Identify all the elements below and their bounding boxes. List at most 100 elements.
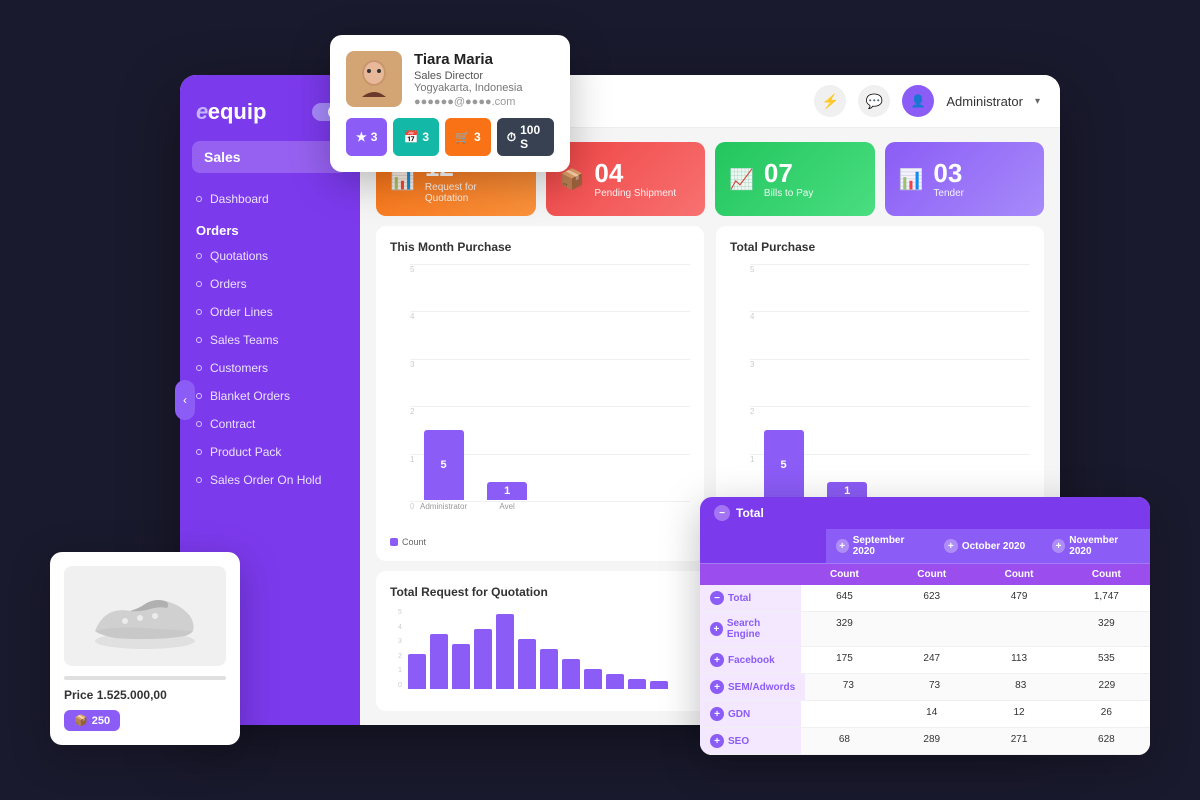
col-count-3: Count [975,564,1062,585]
sidebar-item-label: Blanket Orders [210,389,290,403]
product-progress-bar [64,676,226,680]
sidebar-item-customers[interactable]: Customers [180,354,360,382]
sidebar-item-order-lines[interactable]: Order Lines [180,298,360,326]
sidebar-item-product-pack[interactable]: Product Pack [180,438,360,466]
row-cell-sem-2: 83 [978,674,1064,700]
chart-total-title: Total Purchase [730,240,1030,254]
chevron-down-icon: ▾ [1035,96,1040,107]
sub-header-oct: + October 2020 [934,529,1042,563]
chart-this-month: This Month Purchase 5 4 3 2 1 0 [376,226,704,561]
row-cell-total-2: 479 [975,585,1062,611]
chart-legend-month: Count [390,537,690,547]
plus-icon-nov: + [1052,539,1065,553]
badge-cart-value: 3 [474,130,481,144]
col-count-4: Count [1063,564,1150,585]
row-cell-sem-1: 73 [891,674,977,700]
calendar-icon: 📅 [403,130,418,144]
table-sub-headers: + September 2020 + October 2020 + Novemb… [700,529,1150,564]
row-cell-se-3: 329 [1063,612,1150,646]
sidebar-item-dashboard[interactable]: Dashboard [180,185,360,213]
badge-calendar[interactable]: 📅 3 [393,118,439,156]
plus-icon-fb: + [710,653,724,667]
sidebar-item-sales-order-on-hold[interactable]: Sales Order On Hold [180,466,360,494]
profile-avatar [346,51,402,107]
sidebar-item-orders[interactable]: Orders [180,270,360,298]
row-cell-seo-3: 628 [1063,728,1150,754]
chart-this-month-title: This Month Purchase [390,240,690,254]
table-row-total[interactable]: − Total 645 623 479 1,747 [700,585,1150,612]
row-cell-total-1: 623 [888,585,975,611]
badge-stars[interactable]: ★ 3 [346,118,387,156]
bottom-bar-2 [430,634,448,689]
sidebar-item-sales-teams[interactable]: Sales Teams [180,326,360,354]
sidebar-item-contract[interactable]: Contract [180,410,360,438]
sidebar-item-label: Order Lines [210,305,273,319]
row-label-facebook: + Facebook [700,647,801,673]
sidebar-item-label: Quotations [210,249,268,263]
tender-number: 03 [933,160,964,186]
bottom-bar-6 [518,639,536,689]
sub-header-sep-label: September 2020 [853,535,924,557]
tender-icon: 📊 [899,167,924,192]
badge-time[interactable]: ⏱ 100 S [497,118,554,156]
legend-label-month: Count [402,537,426,547]
profile-email: ●●●●●●@●●●●.com [414,96,522,108]
stat-card-tender[interactable]: 📊 03 Tender [885,142,1045,216]
table-row-seo[interactable]: + SEO 68 289 271 628 [700,728,1150,755]
row-cell-gdn-3: 26 [1063,701,1150,727]
bar-administrator-total: 5 [764,430,804,500]
row-cell-seo-2: 271 [975,728,1062,754]
minus-icon: − [714,505,730,521]
table-row-gdn[interactable]: + GDN 14 12 26 [700,701,1150,728]
lightning-icon[interactable]: ⚡ [814,85,846,117]
scene: eequip Sales › Dashboard Orders Quotatio… [50,25,1150,775]
topbar-username: Administrator [946,94,1023,109]
nav-dot-icon [196,309,202,315]
bottom-bar-4 [474,629,492,689]
plus-icon: + [836,539,849,553]
profile-badges: ★ 3 📅 3 🛒 3 ⏱ 100 S [346,118,554,156]
nav-dot-icon [196,281,202,287]
data-table-card: − Total + September 2020 + October 2020 … [700,497,1150,755]
nav-dot-icon [196,253,202,259]
col-count-1: Count [801,564,888,585]
sub-header-oct-label: October 2020 [962,541,1025,552]
module-dropdown-label: Sales [204,149,241,165]
row-cell-sem-3: 229 [1064,674,1150,700]
rfq-label: Request for Quotation [425,182,522,204]
logo-text: eequip [196,99,266,125]
table-row-sem[interactable]: + SEM/Adwords 73 73 83 229 [700,674,1150,701]
sidebar-item-quotations[interactable]: Quotations [180,242,360,270]
chat-icon[interactable]: 💬 [858,85,890,117]
product-image [64,566,226,666]
profile-name: Tiara Maria [414,51,522,68]
table-header: − Total [700,497,1150,529]
row-cell-fb-0: 175 [801,647,888,673]
bottom-bar-11 [628,679,646,689]
stat-card-bills[interactable]: 📈 07 Bills to Pay [715,142,875,216]
user-avatar[interactable]: 👤 [902,85,934,117]
bottom-bar-12 [650,681,668,689]
row-cell-gdn-1: 14 [888,701,975,727]
sidebar-item-label: Sales Order On Hold [210,473,321,487]
table-col-headers: Count Count Count Count [700,564,1150,585]
row-cell-fb-2: 113 [975,647,1062,673]
badge-stars-value: 3 [371,130,378,144]
bills-icon: 📈 [729,167,754,192]
nav-dot-icon [196,196,202,202]
sidebar-item-blanket-orders[interactable]: Blanket Orders [180,382,360,410]
bottom-bar-7 [540,649,558,689]
badge-cart[interactable]: 🛒 3 [445,118,491,156]
scroll-left-indicator[interactable]: ‹ [175,380,195,420]
row-label-seo: + SEO [700,728,801,754]
product-stock: 250 [92,715,110,727]
sidebar-item-label: Orders [210,277,247,291]
nav-dot-icon [196,449,202,455]
box-icon: 📦 [74,714,88,727]
shipment-label: Pending Shipment [594,188,676,199]
product-stock-badge[interactable]: 📦 250 [64,710,120,731]
table-row-search-engine[interactable]: + Search Engine 329 329 [700,612,1150,647]
bills-number: 07 [764,160,813,186]
module-dropdown[interactable]: Sales › [192,141,348,173]
table-row-facebook[interactable]: + Facebook 175 247 113 535 [700,647,1150,674]
